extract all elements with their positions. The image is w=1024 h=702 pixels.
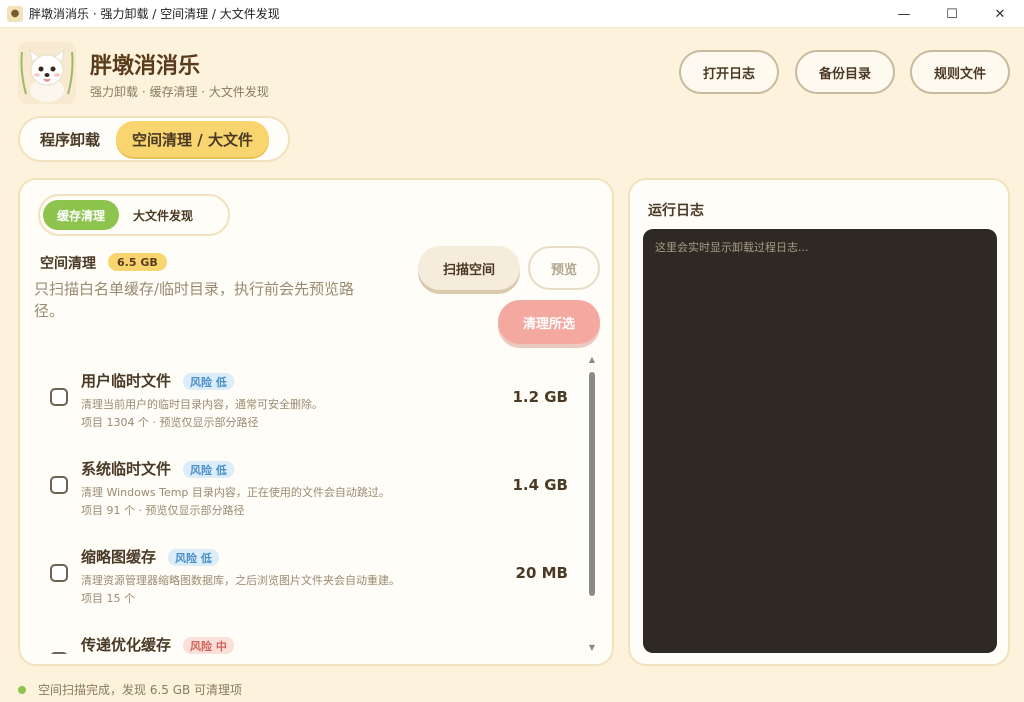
item-meta: 项目 91 个 · 预览仅显示部分路径 xyxy=(81,504,245,517)
list-item: 缩略图缓存 风险 低 清理资源管理器缩略图数据库，之后浏览图片文件夹会自动重建。… xyxy=(20,526,590,614)
app-subtitle: 强力卸载 · 缓存清理 · 大文件发现 xyxy=(90,85,269,99)
item-meta: 项目 1304 个 · 预览仅显示部分路径 xyxy=(81,416,259,429)
window-title: 胖墩消消乐 · 强力卸载 / 空间清理 / 大文件发现 xyxy=(29,7,280,21)
log-output[interactable]: 这里会实时显示卸载过程日志... xyxy=(643,229,997,653)
backup-dir-button[interactable]: 备份目录 xyxy=(795,50,895,94)
rule-file-button[interactable]: 规则文件 xyxy=(910,50,1010,94)
log-placeholder: 这里会实时显示卸载过程日志... xyxy=(655,241,809,254)
scan-button[interactable]: 扫描空间 xyxy=(418,246,520,290)
scroll-up-arrow-icon[interactable]: ▲ xyxy=(588,356,596,364)
window-titlebar: ● 胖墩消消乐 · 强力卸载 / 空间清理 / 大文件发现 — ☐ ✕ xyxy=(0,0,1024,28)
item-description: 清理当前用户的临时目录内容，通常可安全删除。 xyxy=(81,398,323,411)
item-size: 1.2 GB xyxy=(512,388,568,406)
main-tabs: 程序卸载 空间清理 / 大文件 xyxy=(18,116,290,162)
status-dot-icon xyxy=(18,685,26,694)
list-scrollbar[interactable]: ▲ ▼ xyxy=(588,356,596,652)
list-item: 传递优化缓存 风险 中 xyxy=(20,614,590,654)
clean-selected-button[interactable]: 清理所选 xyxy=(498,300,600,344)
item-checkbox[interactable] xyxy=(50,564,68,582)
risk-badge: 风险 低 xyxy=(183,461,234,478)
status-text: 空间扫描完成，发现 6.5 GB 可清理项 xyxy=(38,683,243,697)
dog-avatar-icon xyxy=(18,42,76,104)
total-size-badge: 6.5 GB xyxy=(108,253,167,271)
tab-uninstall[interactable]: 程序卸载 xyxy=(24,121,116,157)
sub-tabs: 缓存清理 大文件发现 xyxy=(38,194,230,236)
item-description: 清理 Windows Temp 目录内容，正在使用的文件会自动跳过。 xyxy=(81,486,390,499)
app-name: 胖墩消消乐 xyxy=(90,54,201,79)
preview-button[interactable]: 预览 xyxy=(528,246,600,290)
item-name: 缩略图缓存 xyxy=(81,548,157,566)
item-meta: 项目 15 个 xyxy=(81,592,135,605)
log-panel: 运行日志 这里会实时显示卸载过程日志... xyxy=(628,178,1010,666)
section-title: 空间清理 xyxy=(40,256,96,272)
item-checkbox[interactable] xyxy=(50,388,68,406)
scroll-thumb[interactable] xyxy=(589,372,595,596)
list-item: 系统临时文件 风险 低 清理 Windows Temp 目录内容，正在使用的文件… xyxy=(20,438,590,526)
item-name: 系统临时文件 xyxy=(81,460,172,478)
item-name: 传递优化缓存 xyxy=(81,636,172,654)
scroll-down-arrow-icon[interactable]: ▼ xyxy=(588,644,596,652)
tab-large-files[interactable]: 大文件发现 xyxy=(119,200,207,230)
status-bar: 空间扫描完成，发现 6.5 GB 可清理项 xyxy=(18,681,242,698)
cleanup-list: 用户临时文件 风险 低 清理当前用户的临时目录内容，通常可安全删除。 项目 13… xyxy=(20,350,612,654)
section-description: 只扫描白名单缓存/临时目录，执行前会先预览路径。 xyxy=(34,280,355,320)
risk-badge: 风险 低 xyxy=(168,549,219,566)
item-size: 20 MB xyxy=(515,564,568,582)
tab-cache-cleanup[interactable]: 缓存清理 xyxy=(43,200,120,230)
open-log-button[interactable]: 打开日志 xyxy=(679,50,779,94)
close-button[interactable]: ✕ xyxy=(976,0,1024,28)
list-item: 用户临时文件 风险 低 清理当前用户的临时目录内容，通常可安全删除。 项目 13… xyxy=(20,350,590,438)
item-name: 用户临时文件 xyxy=(81,372,172,390)
app-header: 胖墩消消乐 强力卸载 · 缓存清理 · 大文件发现 打开日志 备份目录 规则文件 xyxy=(0,28,1024,116)
tab-space-cleanup[interactable]: 空间清理 / 大文件 xyxy=(116,121,269,157)
risk-badge: 风险 低 xyxy=(183,373,234,390)
item-checkbox[interactable] xyxy=(50,652,68,654)
item-checkbox[interactable] xyxy=(50,476,68,494)
window-controls: — ☐ ✕ xyxy=(880,0,1024,28)
log-title: 运行日志 xyxy=(648,203,704,219)
item-size: 1.4 GB xyxy=(512,476,568,494)
minimize-button[interactable]: — xyxy=(880,0,928,28)
risk-badge: 风险 中 xyxy=(183,637,234,654)
cleanup-panel: 缓存清理 大文件发现 空间清理 6.5 GB 只扫描白名单缓存/临时目录，执行前… xyxy=(18,178,614,666)
app-dog-icon: ● xyxy=(7,5,23,22)
item-description: 清理资源管理器缩略图数据库，之后浏览图片文件夹会自动重建。 xyxy=(81,574,400,587)
maximize-button[interactable]: ☐ xyxy=(928,0,976,28)
